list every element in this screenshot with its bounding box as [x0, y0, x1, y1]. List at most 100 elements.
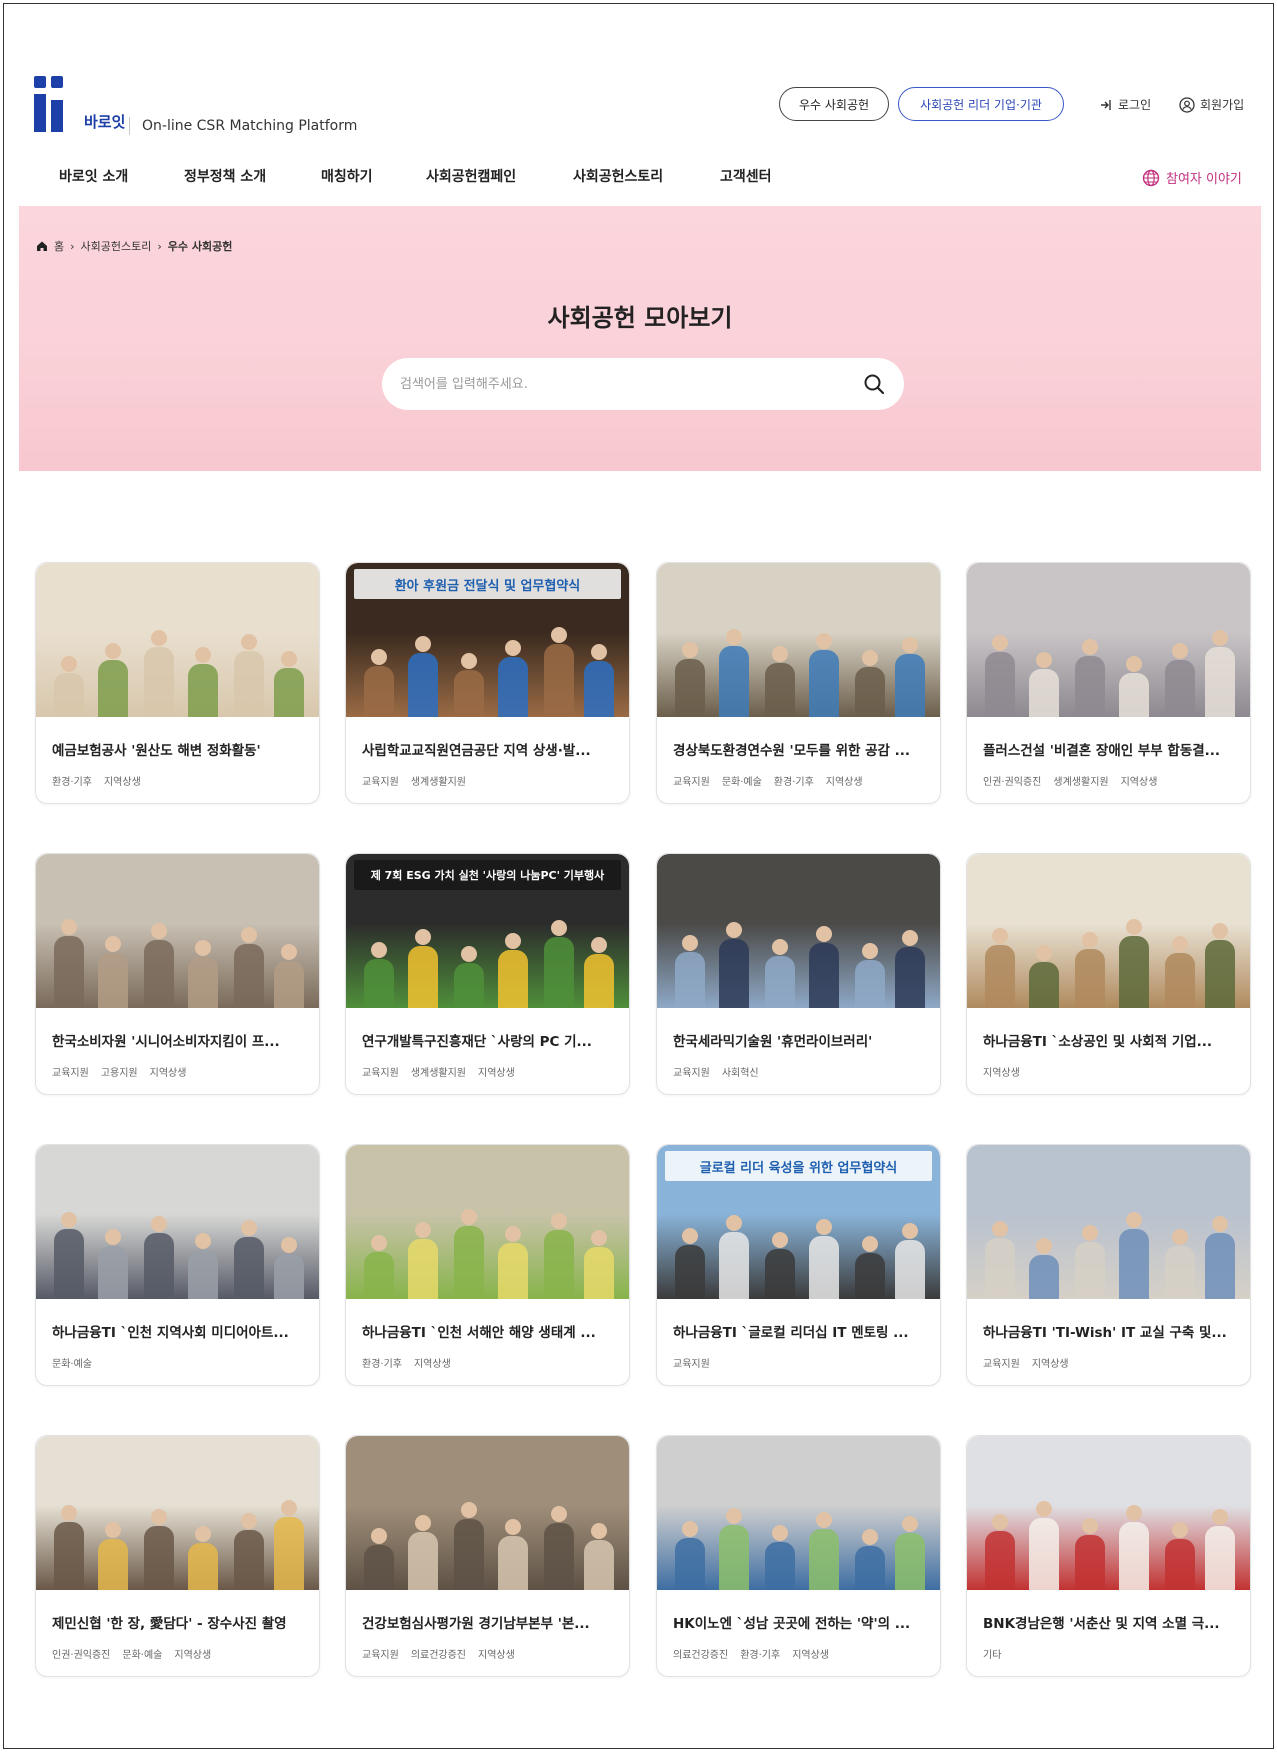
story-title[interactable]: 한국세라믹기술원 '휴먼라이브러리' [673, 1030, 931, 1050]
category-tag: 교육지원 [362, 1068, 399, 1079]
category-tag: 지역상생 [825, 777, 863, 788]
story-card[interactable]: HK이노엔 `성남 곳곳에 전하는 '약'의 ... 의료건강증진 환경·기후 지역상… [656, 1435, 941, 1677]
story-title[interactable]: 한국소비자원 '시니어소비자지킴이 프... [52, 1030, 310, 1050]
story-tags: 환경·기후 지역상생 [362, 1355, 451, 1370]
site-logo[interactable]: 바로잇 [34, 76, 125, 132]
category-tag: 환경·기후 [52, 777, 92, 788]
story-thumbnail[interactable] [36, 563, 319, 717]
story-thumbnail[interactable] [36, 1436, 319, 1590]
story-card[interactable]: 플러스건설 '비결혼 장애인 부부 합동결... 인권·권익증진 생계생활지원 지역상… [966, 562, 1251, 804]
story-card[interactable]: 건강보험심사평가원 경기남부본부 '본... 교육지원 의료건강증진 지역상생 [345, 1435, 630, 1677]
join-label: 회원가입 [1200, 98, 1245, 112]
story-thumbnail[interactable] [967, 1436, 1250, 1590]
story-thumbnail[interactable]: 제 7회 ESG 가치 실천 '사랑의 나눔PC' 기부행사 [346, 854, 629, 1008]
story-tags: 교육지원 문화·예술 환경·기후 지역상생 [673, 773, 863, 788]
story-title[interactable]: HK이노엔 `성남 곳곳에 전하는 '약'의 ... [673, 1612, 931, 1632]
story-title[interactable]: 하나금융TI `소상공인 및 사회적 기업... [983, 1030, 1241, 1050]
story-tags: 교육지원 사회혁신 [673, 1064, 759, 1079]
story-card[interactable]: 예금보험공사 '원산도 해변 정화활동' 환경·기후 지역상생 [35, 562, 320, 804]
story-card[interactable]: 하나금융TI 'TI-Wish' IT 교실 구축 및... 교육지원 지역상생 [966, 1144, 1251, 1386]
login-link[interactable]: 로그인 [1099, 96, 1151, 113]
story-thumbnail[interactable] [967, 1145, 1250, 1299]
story-title[interactable]: BNK경남은행 '서춘산 및 지역 소멸 극... [983, 1612, 1241, 1632]
story-title[interactable]: 하나금융TI `인천 지역사회 미디어아트... [52, 1321, 310, 1341]
category-tag: 지역상생 [149, 1068, 187, 1079]
story-card[interactable]: 한국세라믹기술원 '휴먼라이브러리' 교육지원 사회혁신 [656, 853, 941, 1095]
story-thumbnail[interactable] [346, 1145, 629, 1299]
breadcrumb-story[interactable]: 사회공헌스토리 [81, 238, 152, 254]
csr-leader-button[interactable]: 사회공헌 리더 기업·기관 [898, 87, 1064, 121]
story-title[interactable]: 하나금융TI `인천 서해안 해양 생태계 ... [362, 1321, 620, 1341]
category-tag: 의료건강증진 [410, 1650, 467, 1661]
story-card[interactable]: 제민신협 '한 장, 愛담다' - 장수사진 촬영 인권·권익증진 문화·예술 지역상… [35, 1435, 320, 1677]
nav-item-story[interactable]: 사회공헌스토리 [573, 166, 663, 186]
story-title[interactable]: 예금보험공사 '원산도 해변 정화활동' [52, 739, 310, 759]
story-title[interactable]: 연구개발특구진흥재단 `사랑의 PC 기... [362, 1030, 620, 1050]
nav-item-campaign[interactable]: 사회공헌캠페인 [426, 166, 516, 186]
category-tag: 문화·예술 [122, 1650, 163, 1661]
story-title[interactable]: 하나금융TI 'TI-Wish' IT 교실 구축 및... [983, 1321, 1241, 1341]
story-thumbnail[interactable] [657, 1436, 940, 1590]
story-card[interactable]: 하나금융TI `인천 지역사회 미디어아트... 문화·예술 [35, 1144, 320, 1386]
nav-item-policy[interactable]: 정부정책 소개 [184, 166, 266, 186]
story-title[interactable]: 제민신협 '한 장, 愛담다' - 장수사진 촬영 [52, 1612, 310, 1632]
story-card[interactable]: 하나금융TI `소상공인 및 사회적 기업... 지역상생 [966, 853, 1251, 1095]
breadcrumb-home[interactable]: 홈 [54, 238, 64, 254]
category-tag: 지역상생 [1031, 1359, 1069, 1370]
category-tag: 기타 [983, 1650, 1002, 1661]
nav-item-support[interactable]: 고객센터 [720, 166, 772, 186]
category-tag: 문화·예술 [721, 777, 762, 788]
join-link[interactable]: 회원가입 [1179, 96, 1244, 113]
participant-story-link[interactable]: 참여자 이야기 [1142, 168, 1242, 187]
story-title[interactable]: 플러스건설 '비결혼 장애인 부부 합동결... [983, 739, 1241, 759]
nav-item-about[interactable]: 바로잇 소개 [59, 166, 128, 186]
story-card[interactable]: 글로컬 리더 육성을 위한 업무협약식하나금융TI `글로컬 리더십 IT 멘토… [656, 1144, 941, 1386]
story-title[interactable]: 건강보험심사평가원 경기남부본부 '본... [362, 1612, 620, 1632]
story-thumbnail[interactable] [36, 854, 319, 1008]
story-thumbnail[interactable] [346, 1436, 629, 1590]
breadcrumb: 홈 › 사회공헌스토리 › 우수 사회공헌 [36, 238, 232, 254]
category-tag: 문화·예술 [52, 1359, 92, 1370]
story-card[interactable]: 환아 후원금 전달식 및 업무협약식사립학교교직원연금공단 지역 상생·발...… [345, 562, 630, 804]
story-card[interactable]: BNK경남은행 '서춘산 및 지역 소멸 극... 기타 [966, 1435, 1251, 1677]
story-thumbnail[interactable]: 환아 후원금 전달식 및 업무협약식 [346, 563, 629, 717]
category-tag: 교육지원 [983, 1359, 1020, 1370]
story-tags: 문화·예술 [52, 1355, 92, 1370]
category-tag: 인권·권익증진 [983, 777, 1042, 788]
story-tags: 교육지원 생계생활지원 [362, 773, 466, 788]
story-title[interactable]: 사립학교교직원연금공단 지역 상생·발... [362, 739, 620, 759]
story-title[interactable]: 경상북도환경연수원 '모두를 위한 공감 ... [673, 739, 931, 759]
story-card[interactable]: 제 7회 ESG 가치 실천 '사랑의 나눔PC' 기부행사연구개발특구진흥재단… [345, 853, 630, 1095]
category-tag: 생계생활지원 [1053, 777, 1109, 788]
story-tags: 교육지원 의료건강증진 지역상생 [362, 1646, 515, 1661]
search-input[interactable] [400, 358, 840, 410]
category-tag: 교육지원 [362, 777, 399, 788]
story-card[interactable]: 한국소비자원 '시니어소비자지킴이 프... 교육지원 고용지원 지역상생 [35, 853, 320, 1095]
site-tagline: On-line CSR Matching Platform [142, 118, 358, 134]
nav-item-matching[interactable]: 매칭하기 [321, 166, 373, 186]
breadcrumb-current: 우수 사회공헌 [167, 240, 233, 253]
search-icon[interactable] [862, 372, 886, 396]
story-thumbnail[interactable] [36, 1145, 319, 1299]
story-card[interactable]: 경상북도환경연수원 '모두를 위한 공감 ... 교육지원 문화·예술 환경·기후 지역… [656, 562, 941, 804]
story-card[interactable]: 하나금융TI `인천 서해안 해양 생태계 ... 환경·기후 지역상생 [345, 1144, 630, 1386]
category-tag: 지역상생 [1120, 777, 1158, 788]
photo-banner-text: 환아 후원금 전달식 및 업무협약식 [354, 569, 621, 599]
story-title[interactable]: 하나금융TI `글로컬 리더십 IT 멘토링 ... [673, 1321, 931, 1341]
category-tag: 생계생활지원 [410, 777, 467, 788]
story-thumbnail[interactable] [967, 563, 1250, 717]
home-icon[interactable] [36, 240, 48, 252]
user-icon [1179, 96, 1195, 113]
category-tag: 지역상생 [103, 777, 141, 788]
logo-text: 바로잇 [84, 113, 126, 131]
story-thumbnail[interactable] [967, 854, 1250, 1008]
category-tag: 교육지원 [362, 1650, 399, 1661]
category-tag: 교육지원 [52, 1068, 89, 1079]
category-tag: 지역상생 [174, 1650, 212, 1661]
story-thumbnail[interactable]: 글로컬 리더 육성을 위한 업무협약식 [657, 1145, 940, 1299]
participant-story-label: 참여자 이야기 [1166, 172, 1242, 187]
story-tags: 의료건강증진 환경·기후 지역상생 [673, 1646, 829, 1661]
story-thumbnail[interactable] [657, 563, 940, 717]
story-thumbnail[interactable] [657, 854, 940, 1008]
excellent-csr-button[interactable]: 우수 사회공헌 [779, 87, 889, 121]
